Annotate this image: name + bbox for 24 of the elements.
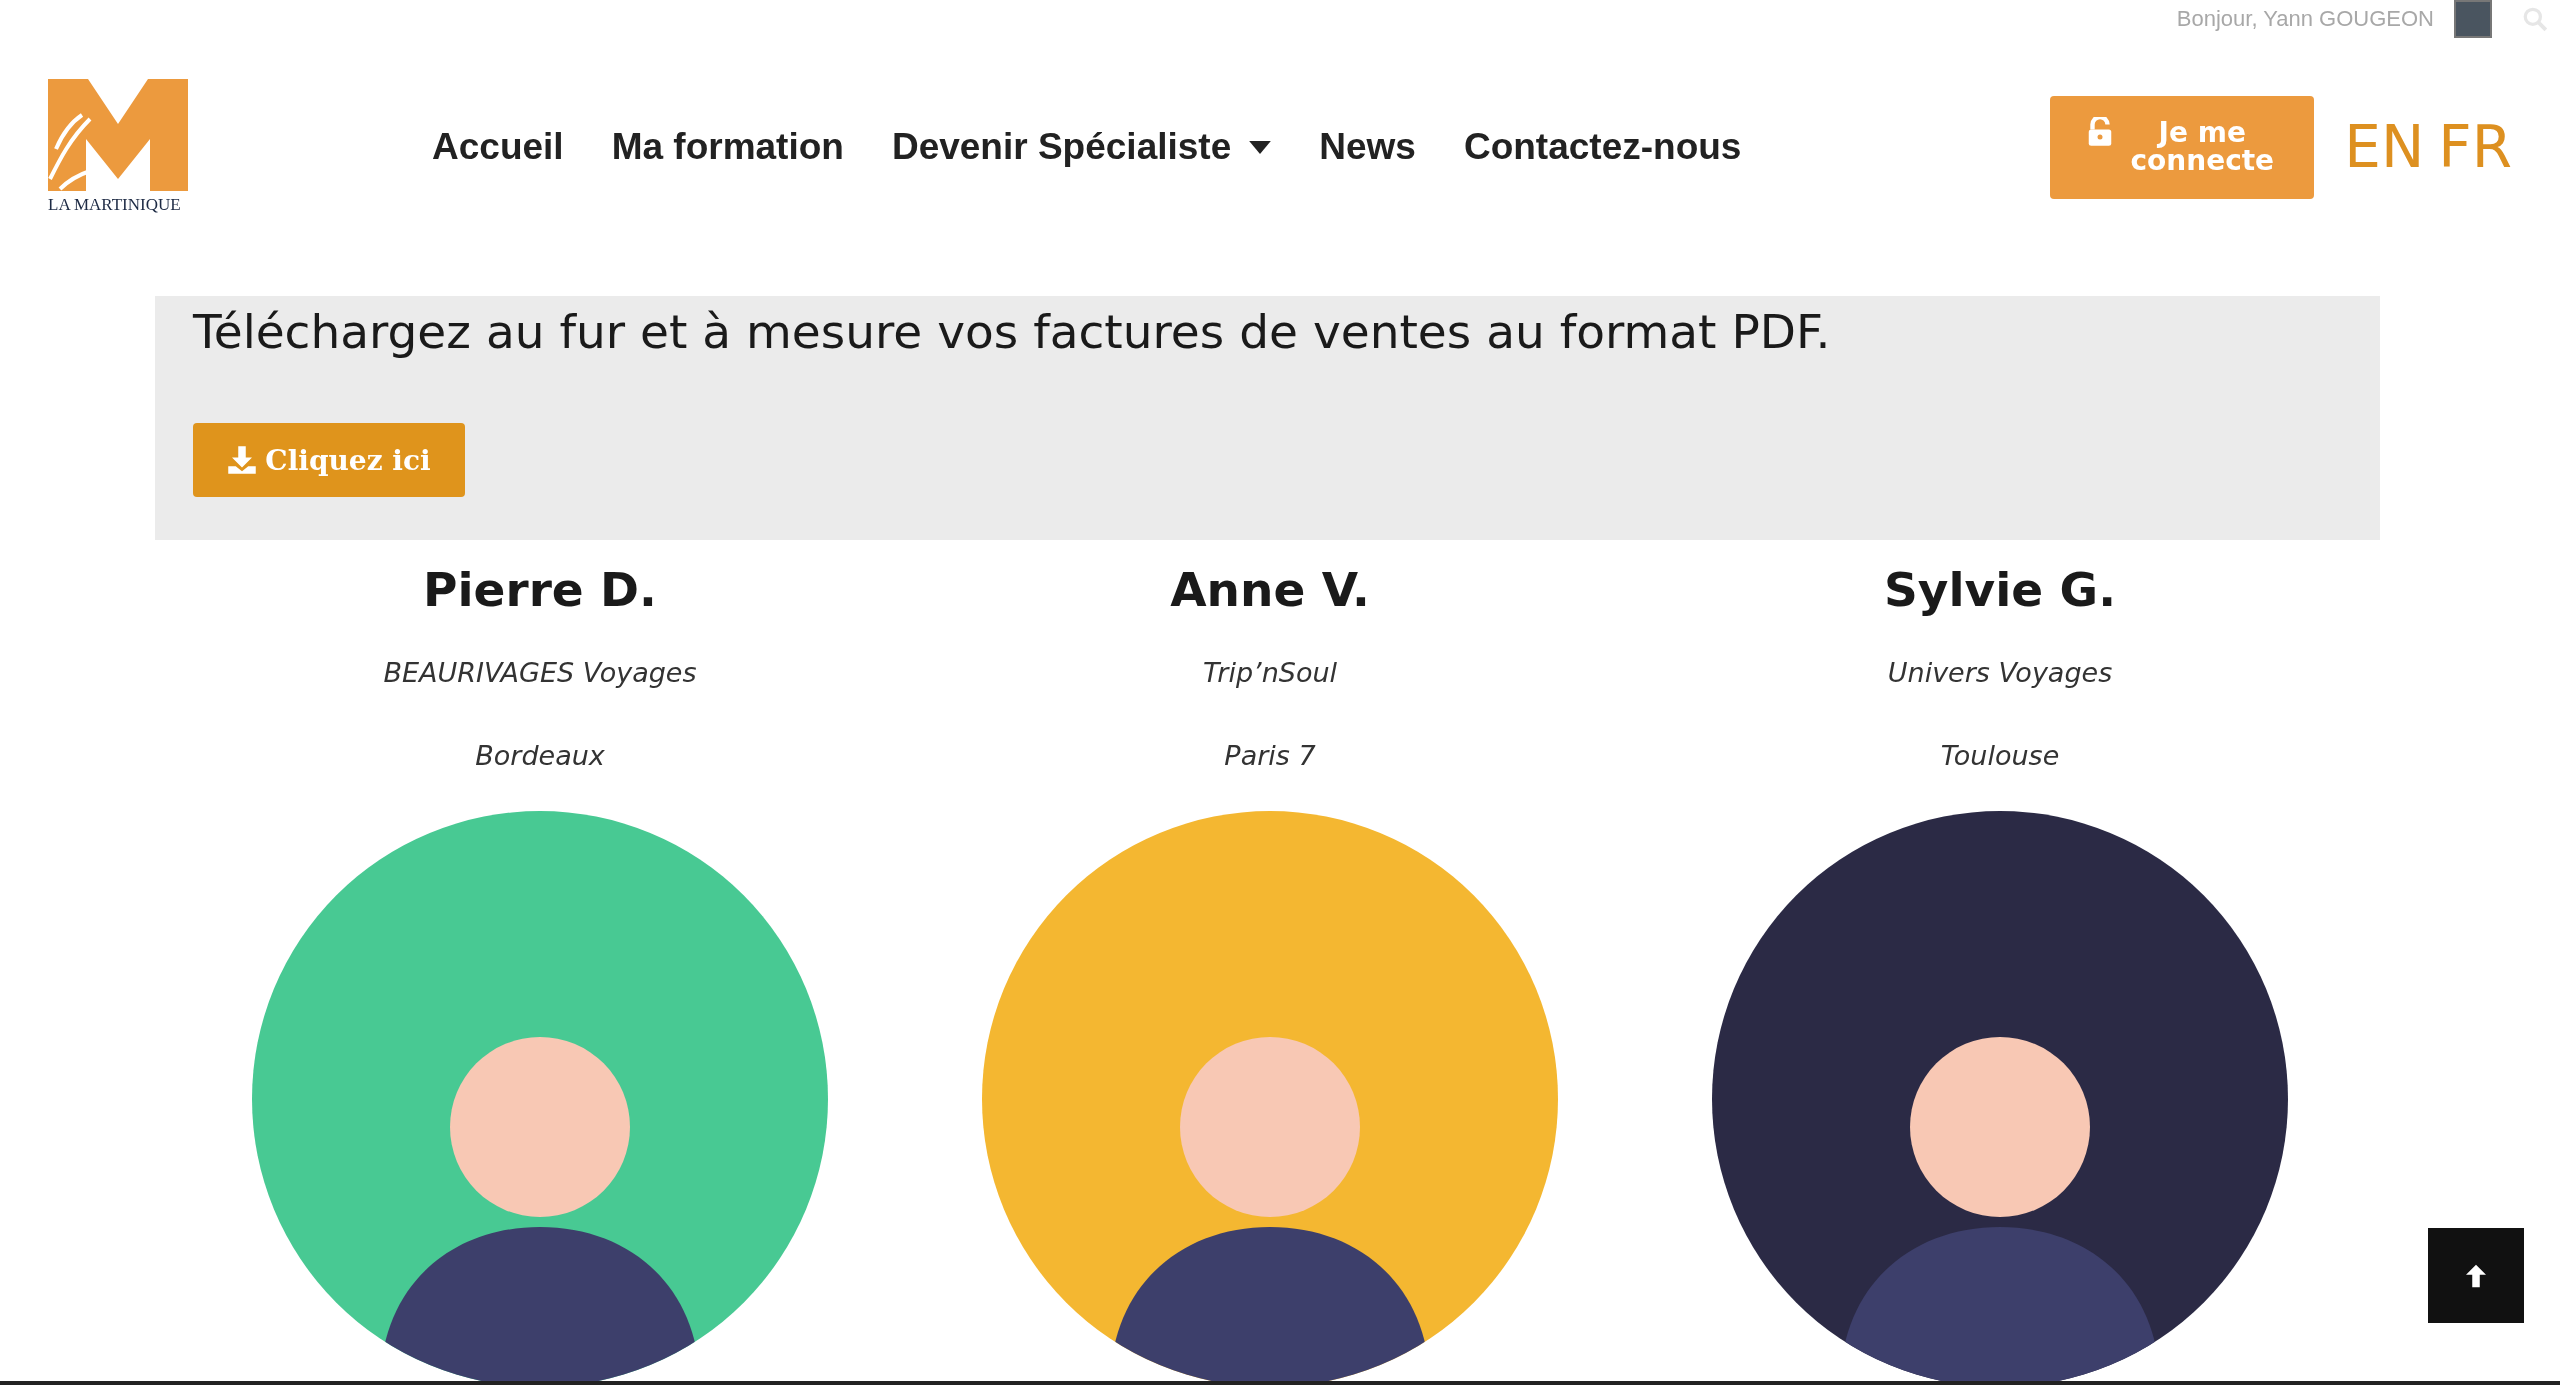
nav-link[interactable]: News	[1319, 126, 1416, 168]
city-name: Bordeaux	[475, 740, 605, 771]
city-name: Toulouse	[1940, 740, 2060, 771]
caret-icon	[1249, 140, 1272, 154]
person-name: Anne V.	[1170, 562, 1370, 617]
city-name: Paris 7	[1224, 740, 1316, 771]
nav-link[interactable]: Accueil	[432, 126, 564, 168]
banner-text: Téléchargez au fur et à mesure vos factures de ventes au format PDF.	[193, 304, 1832, 359]
company-name: Univers Voyages	[1887, 657, 2113, 688]
back-to-top-button[interactable]	[2428, 1228, 2524, 1323]
company-name: Trip’nSoul	[1202, 657, 1338, 688]
person-name: Pierre D.	[423, 562, 657, 617]
greeting-text: Bonjour, Yann GOUGEON	[2176, 6, 2434, 32]
search-icon[interactable]	[2522, 6, 2548, 32]
nav-link[interactable]: Devenir Spécialiste	[891, 126, 1272, 168]
person-name: Sylvie G.	[1884, 562, 2116, 617]
logo-text: LA MARTINIQUE	[48, 195, 181, 215]
nav-link[interactable]: Ma formation	[611, 126, 844, 168]
logo-icon[interactable]	[48, 79, 188, 191]
company-name: BEAURIVAGES Voyages	[383, 657, 697, 688]
download-icon	[227, 445, 258, 475]
nav-link[interactable]: Contactez-nous	[1463, 126, 1742, 168]
unlock-icon	[2087, 116, 2114, 147]
user-photo-placeholder[interactable]	[2454, 0, 2492, 38]
